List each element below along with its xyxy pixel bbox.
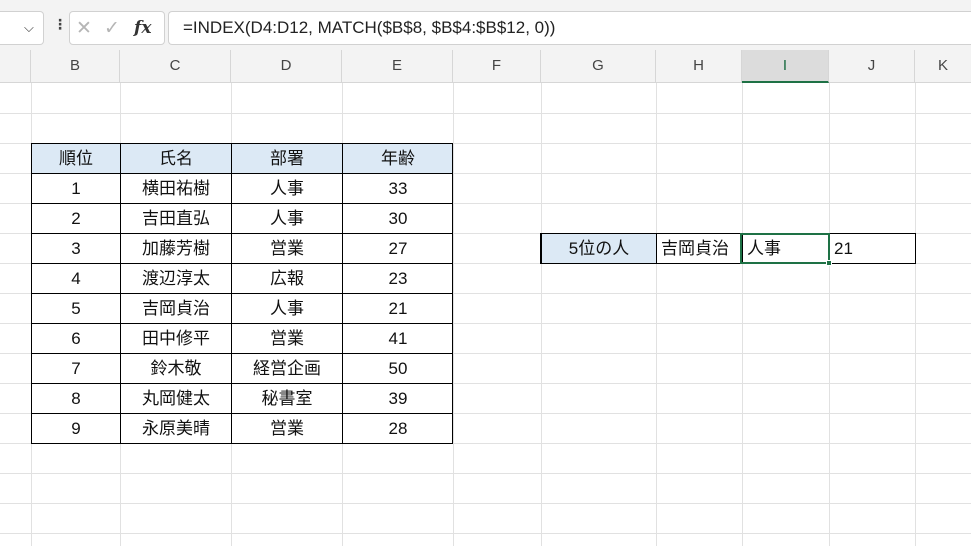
formula-bar: ⌵ ⋮ ✕ ✓ fx =INDEX(D4:D12, MATCH($B$8, $B… — [0, 0, 971, 50]
lookup-department-cell[interactable]: 人事 — [742, 233, 829, 263]
table-cell[interactable]: 39 — [342, 383, 453, 413]
lookup-age-cell[interactable]: 21 — [829, 233, 915, 263]
gridline — [829, 83, 830, 546]
table-cell[interactable]: 永原美晴 — [120, 413, 231, 443]
table-cell[interactable]: 丸岡健太 — [120, 383, 231, 413]
formula-input[interactable]: =INDEX(D4:D12, MATCH($B$8, $B$4:$B$12, 0… — [168, 11, 971, 45]
table-cell[interactable]: 2 — [31, 203, 120, 233]
table-cell[interactable]: 吉岡貞治 — [120, 293, 231, 323]
table-cell[interactable]: 人事 — [231, 173, 342, 203]
table-cell[interactable]: 加藤芳樹 — [120, 233, 231, 263]
header-cell-rank[interactable]: 順位 — [31, 143, 120, 173]
enter-icon[interactable]: ✓ — [104, 18, 120, 38]
table-cell[interactable]: 営業 — [231, 413, 342, 443]
gridline — [0, 473, 971, 474]
column-header-i[interactable]: I — [742, 50, 829, 83]
column-header-a[interactable] — [0, 50, 31, 83]
formula-buttons: ✕ ✓ fx — [69, 11, 165, 45]
table-cell[interactable]: 田中修平 — [120, 323, 231, 353]
table-cell[interactable]: 1 — [31, 173, 120, 203]
table-cell[interactable]: 3 — [31, 233, 120, 263]
gridline — [0, 443, 971, 444]
table-cell[interactable]: 41 — [342, 323, 453, 353]
table-cell[interactable]: 横田祐樹 — [120, 173, 231, 203]
name-box[interactable]: ⌵ — [0, 11, 44, 45]
table-cell[interactable]: 鈴木敬 — [120, 353, 231, 383]
table-cell[interactable]: 23 — [342, 263, 453, 293]
cancel-icon[interactable]: ✕ — [76, 18, 92, 38]
column-header-k[interactable]: K — [915, 50, 971, 83]
gridline — [0, 113, 971, 114]
table-cell[interactable]: 6 — [31, 323, 120, 353]
column-header-j[interactable]: J — [829, 50, 915, 83]
table-cell[interactable]: 8 — [31, 383, 120, 413]
table-cell[interactable]: 7 — [31, 353, 120, 383]
column-header-d[interactable]: D — [231, 50, 342, 83]
gridline — [656, 83, 657, 546]
gridline — [541, 83, 542, 546]
table-cell[interactable]: 50 — [342, 353, 453, 383]
header-cell-age[interactable]: 年齢 — [342, 143, 453, 173]
table-cell[interactable]: 9 — [31, 413, 120, 443]
gridline — [0, 533, 971, 534]
lookup-name-cell[interactable]: 吉岡貞治 — [656, 233, 742, 263]
fill-handle[interactable] — [826, 260, 832, 266]
column-header-c[interactable]: C — [120, 50, 231, 83]
table-cell[interactable]: 営業 — [231, 323, 342, 353]
table-cell[interactable]: 4 — [31, 263, 120, 293]
header-cell-name[interactable]: 氏名 — [120, 143, 231, 173]
column-header-g[interactable]: G — [541, 50, 656, 83]
gridline — [0, 503, 971, 504]
column-header-e[interactable]: E — [342, 50, 453, 83]
table-cell[interactable]: 経営企画 — [231, 353, 342, 383]
table-cell[interactable]: 秘書室 — [231, 383, 342, 413]
column-header-h[interactable]: H — [656, 50, 742, 83]
table-cell[interactable]: 人事 — [231, 293, 342, 323]
more-options-icon[interactable]: ⋮ — [53, 17, 67, 33]
table-cell[interactable]: 21 — [342, 293, 453, 323]
header-cell-department[interactable]: 部署 — [231, 143, 342, 173]
gridline — [742, 83, 743, 546]
column-header-f[interactable]: F — [453, 50, 541, 83]
insert-function-icon[interactable]: fx — [134, 18, 151, 38]
table-cell[interactable]: 人事 — [231, 203, 342, 233]
table-cell[interactable]: 5 — [31, 293, 120, 323]
table-cell[interactable]: 吉田直弘 — [120, 203, 231, 233]
table-cell[interactable]: 渡辺淳太 — [120, 263, 231, 293]
column-header-b[interactable]: B — [31, 50, 120, 83]
table-cell[interactable]: 27 — [342, 233, 453, 263]
table-cell[interactable]: 営業 — [231, 233, 342, 263]
gridline — [453, 83, 454, 546]
table-cell[interactable]: 33 — [342, 173, 453, 203]
lookup-label-cell[interactable]: 5位の人 — [541, 233, 656, 263]
gridline — [915, 83, 916, 546]
table-cell[interactable]: 30 — [342, 203, 453, 233]
chevron-down-icon[interactable]: ⌵ — [24, 21, 34, 36]
table-cell[interactable]: 広報 — [231, 263, 342, 293]
table-cell[interactable]: 28 — [342, 413, 453, 443]
